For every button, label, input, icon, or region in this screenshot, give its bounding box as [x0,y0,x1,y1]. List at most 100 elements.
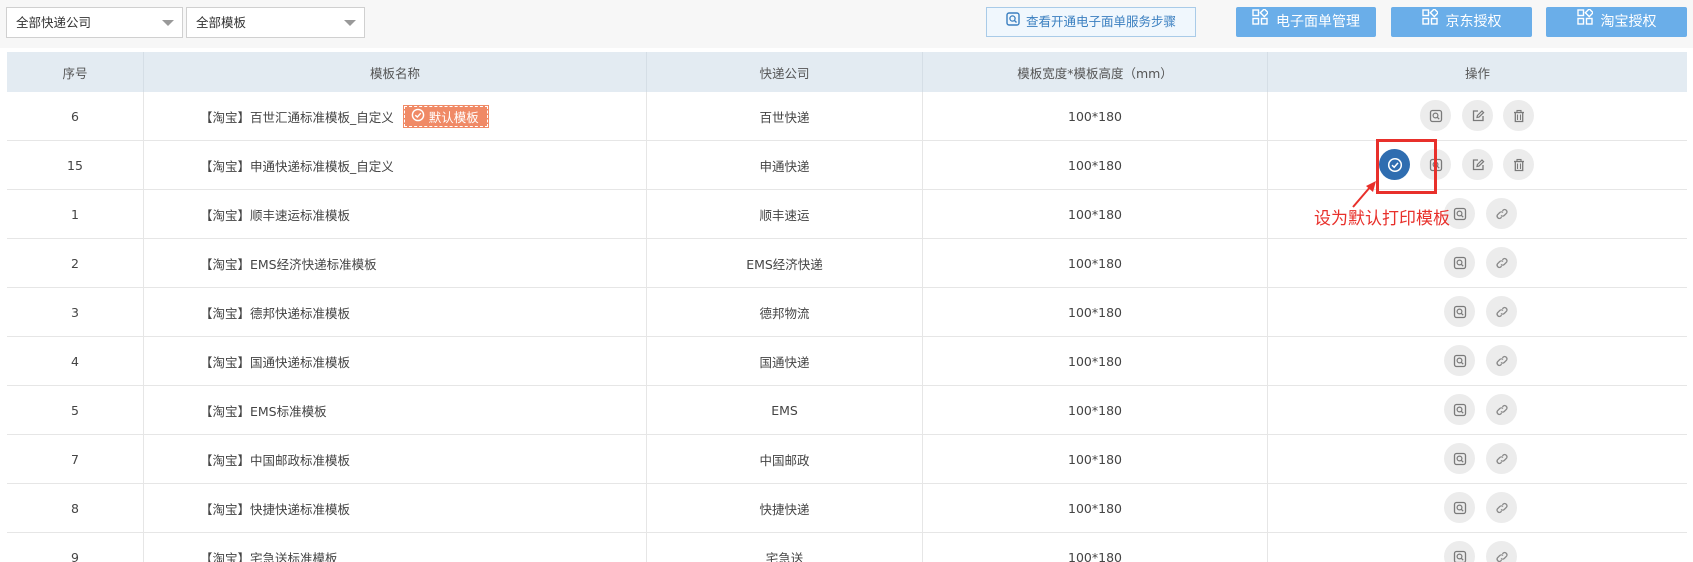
row-name-cell: 【淘宝】德邦快递标准模板 [144,288,647,336]
table-row: 9 【淘宝】宅急送标准模板 宅急送 100*180 [7,533,1687,562]
row-name: 【淘宝】EMS标准模板 [200,403,327,419]
search-icon [1429,109,1443,123]
courier-filter-value: 全部快递公司 [16,15,92,30]
row-ops [1268,533,1687,562]
row-name-cell: 【淘宝】EMS标准模板 [144,386,647,434]
row-company: EMS经济快递 [647,239,923,287]
link-icon [1495,354,1509,368]
header-ops: 操作 [1464,65,1490,81]
edit-button[interactable] [1462,149,1493,180]
default-template-badge-label: 默认模板 [428,109,479,125]
preview-button[interactable] [1444,345,1475,376]
edit-icon [1471,109,1485,123]
link-button[interactable] [1486,198,1517,229]
delete-button[interactable] [1503,149,1534,180]
header-company: 快递公司 [647,52,923,92]
row-company: 百世快递 [647,92,923,140]
search-icon [1453,256,1467,270]
row-seq: 2 [7,239,144,287]
link-button[interactable] [1486,443,1517,474]
table-row: 4 【淘宝】国通快递标准模板 国通快递 100*180 [7,337,1687,386]
preview-button[interactable] [1444,296,1475,327]
link-icon [1495,207,1509,221]
row-seq: 6 [7,92,144,140]
search-icon [1453,550,1467,562]
jd-authorize-button[interactable]: 京东授权 [1391,7,1532,37]
row-size: 100*180 [923,484,1268,532]
search-icon [1453,501,1467,515]
row-size: 100*180 [923,92,1268,140]
preview-button[interactable] [1444,247,1475,278]
row-name: 【淘宝】国通快递标准模板 [200,354,351,370]
preview-button[interactable] [1444,492,1475,523]
search-icon [1453,403,1467,417]
row-seq: 5 [7,386,144,434]
row-size: 100*180 [923,141,1268,189]
row-name-cell: 【淘宝】申通快递标准模板_自定义 [144,141,647,189]
preview-button[interactable] [1420,100,1451,131]
table-row: 5 【淘宝】EMS标准模板 EMS 100*180 [7,386,1687,435]
link-icon [1495,403,1509,417]
link-button[interactable] [1486,296,1517,327]
link-icon [1495,256,1509,270]
row-ops [1268,337,1687,385]
preview-button[interactable] [1444,394,1475,425]
link-icon [1495,550,1509,562]
link-button[interactable] [1486,345,1517,376]
row-name-cell: 【淘宝】顺丰速运标准模板 [144,190,647,238]
row-ops [1268,435,1687,483]
header-name: 模板名称 [144,52,647,92]
table-row: 8 【淘宝】快捷快递标准模板 快捷快递 100*180 [7,484,1687,533]
annotation-text: 设为默认打印模板 [1314,209,1450,229]
preview-button[interactable] [1444,541,1475,562]
row-name: 【淘宝】德邦快递标准模板 [200,305,351,321]
row-size: 100*180 [923,386,1268,434]
link-icon [1495,452,1509,466]
link-button[interactable] [1486,394,1517,425]
row-ops [1268,141,1687,189]
toolbar: 全部快递公司 全部模板 查看开通电子面单服务步骤 电子面单管理 京东授权 淘宝授… [0,0,1693,48]
link-button[interactable] [1486,492,1517,523]
search-icon [1453,305,1467,319]
row-company: EMS [647,386,923,434]
search-icon [1453,452,1467,466]
trash-icon [1512,158,1526,172]
row-name: 【淘宝】百世汇通标准模板_自定义 [200,109,394,125]
taobao-authorize-label: 淘宝授权 [1600,14,1657,30]
row-seq: 1 [7,190,144,238]
row-name: 【淘宝】顺丰速运标准模板 [200,207,351,223]
template-filter-value: 全部模板 [196,15,247,30]
default-template-badge: 默认模板 [402,104,489,128]
row-name-cell: 【淘宝】中国邮政标准模板 [144,435,647,483]
row-ops [1268,386,1687,434]
table-row: 3 【淘宝】德邦快递标准模板 德邦物流 100*180 [7,288,1687,337]
row-size: 100*180 [923,533,1268,562]
row-seq: 7 [7,435,144,483]
row-company: 德邦物流 [647,288,923,336]
esheet-management-label: 电子面单管理 [1276,14,1360,30]
link-button[interactable] [1486,247,1517,278]
courier-filter-select[interactable]: 全部快递公司 [6,7,183,38]
set-default-highlight [1376,139,1437,194]
row-seq: 4 [7,337,144,385]
row-name: 【淘宝】申通快递标准模板_自定义 [200,158,394,174]
taobao-authorize-button[interactable]: 淘宝授权 [1546,7,1687,37]
link-icon [1495,501,1509,515]
esheet-management-button[interactable]: 电子面单管理 [1236,7,1376,37]
row-company: 国通快递 [647,337,923,385]
template-filter-select[interactable]: 全部模板 [186,7,365,38]
edit-button[interactable] [1462,100,1493,131]
row-company: 中国邮政 [647,435,923,483]
view-esheet-steps-button[interactable]: 查看开通电子面单服务步骤 [986,7,1196,37]
row-company: 顺丰速运 [647,190,923,238]
link-button[interactable] [1486,541,1517,562]
grid-icon [1421,6,1439,36]
header-seq: 序号 [7,52,144,92]
link-icon [1495,305,1509,319]
preview-button[interactable] [1444,443,1475,474]
row-company: 宅急送 [647,533,923,562]
row-name-cell: 【淘宝】快捷快递标准模板 [144,484,647,532]
delete-button[interactable] [1503,100,1534,131]
row-seq: 15 [7,141,144,189]
row-company: 申通快递 [647,141,923,189]
